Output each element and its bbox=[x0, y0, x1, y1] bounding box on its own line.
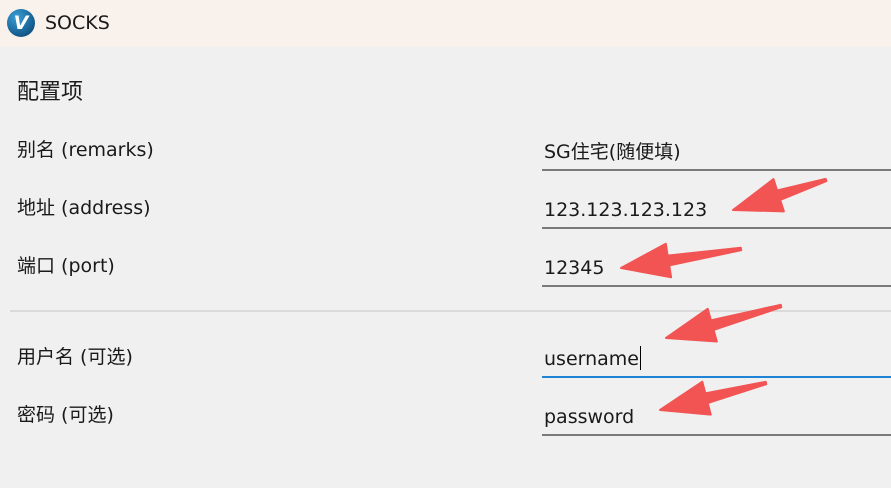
remarks-field[interactable]: SG住宅(随便填) bbox=[542, 131, 891, 171]
username-value: username bbox=[544, 346, 641, 370]
remarks-value: SG住宅(随便填) bbox=[544, 141, 681, 163]
port-label: 端口 (port) bbox=[17, 255, 115, 277]
password-field[interactable]: password bbox=[542, 396, 891, 436]
address-value: 123.123.123.123 bbox=[544, 199, 708, 221]
v2ray-logo-icon: V bbox=[7, 9, 35, 37]
address-field[interactable]: 123.123.123.123 bbox=[542, 189, 891, 229]
password-label: 密码 (可选) bbox=[17, 404, 114, 426]
port-field[interactable]: 12345 bbox=[542, 247, 891, 287]
title-bar: V SOCKS bbox=[0, 0, 891, 47]
section-title: 配置项 bbox=[17, 80, 84, 105]
address-label: 地址 (address) bbox=[17, 197, 151, 219]
section-divider bbox=[10, 310, 891, 312]
remarks-label: 别名 (remarks) bbox=[17, 139, 154, 161]
username-label: 用户名 (可选) bbox=[17, 346, 133, 368]
password-value: password bbox=[544, 406, 635, 428]
window-title: SOCKS bbox=[45, 12, 110, 34]
port-value: 12345 bbox=[544, 257, 605, 279]
username-field[interactable]: username bbox=[542, 338, 891, 378]
logo-letter: V bbox=[13, 12, 29, 34]
text-caret bbox=[640, 346, 641, 370]
